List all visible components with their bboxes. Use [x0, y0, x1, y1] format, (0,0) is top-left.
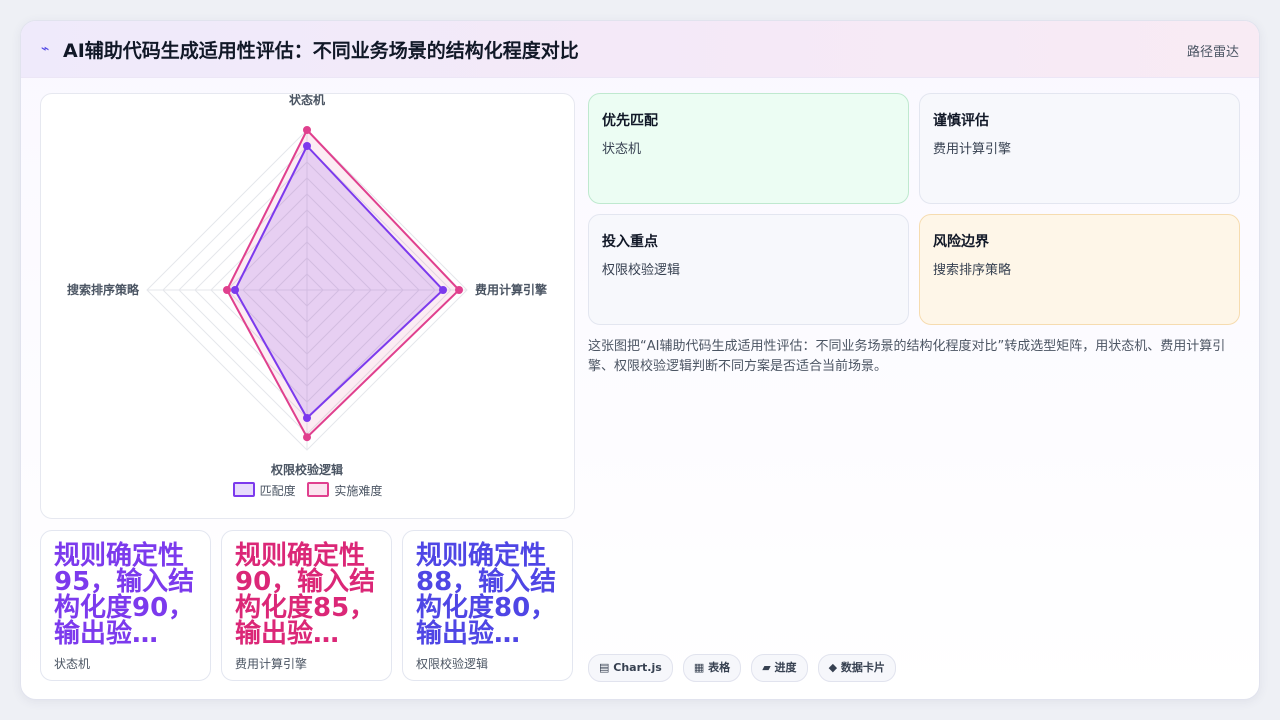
- radar-axis-label: 费用计算引擎: [475, 282, 547, 297]
- stat-value: 规则确定性95，输入结构化度90，输出验…: [54, 541, 195, 649]
- quadrant-investment-focus[interactable]: 投入重点 权限校验逻辑: [588, 214, 909, 325]
- tag-label: Chart.js: [613, 661, 662, 674]
- legend-item-match[interactable]: 匹配度: [232, 482, 296, 499]
- header: ⌁ AI辅助代码生成适用性评估：不同业务场景的结构化程度对比 路径雷达: [21, 21, 1259, 78]
- radar-point: [303, 433, 311, 442]
- tag-label: 表格: [708, 661, 731, 674]
- radar-point: [303, 126, 311, 134]
- quadrant-title: 风险边界: [933, 234, 989, 250]
- quadrant-title: 谨慎评估: [933, 113, 989, 129]
- legend-swatch-difficulty: [307, 482, 330, 497]
- quadrant-item: 状态机: [602, 142, 642, 157]
- chart-legend: 匹配度 实施难度: [41, 482, 574, 499]
- radar-point: [231, 286, 239, 294]
- quadrant-item: 费用计算引擎: [933, 142, 1012, 157]
- tag-label: 数据卡片: [840, 661, 885, 674]
- tag-chartjs[interactable]: ▤ Chart.js: [588, 654, 673, 682]
- quadrant-priority-match[interactable]: 优先匹配 状态机: [588, 93, 909, 204]
- radar-axis-label: 状态机: [289, 94, 325, 107]
- quadrant-risk-boundary[interactable]: 风险边界 搜索排序策略: [919, 214, 1240, 325]
- route-radar-link[interactable]: 路径雷达: [1187, 41, 1239, 60]
- tag-label: 进度: [774, 661, 797, 674]
- radar-point: [223, 286, 231, 294]
- stat-value: 规则确定性90，输入结构化度85，输出验…: [235, 541, 376, 649]
- quadrant-title: 投入重点: [602, 234, 658, 250]
- stat-label: 权限校验逻辑: [416, 657, 489, 671]
- radar-point: [455, 286, 463, 294]
- progress-icon: ▰: [762, 661, 771, 674]
- radar-point: [303, 414, 311, 422]
- table-icon: ▦: [693, 661, 705, 674]
- quadrant-item: 搜索排序策略: [933, 263, 1012, 278]
- chart-description: 这张图把“AI辅助代码生成适用性评估：不同业务场景的结构化程度对比”转成选型矩阵…: [588, 339, 1226, 374]
- legend-swatch-match: [232, 482, 255, 497]
- radar-axis-label: 搜索排序策略: [67, 282, 140, 297]
- tag-data-card[interactable]: ◆ 数据卡片: [817, 654, 896, 682]
- card-icon: ◆: [828, 661, 838, 674]
- quadrant-title: 优先匹配: [602, 113, 658, 129]
- radar-point: [303, 142, 311, 150]
- quadrant-item: 权限校验逻辑: [602, 263, 681, 278]
- legend-label: 匹配度: [259, 484, 296, 498]
- radar-chart-card: 状态机费用计算引擎权限校验逻辑 搜索排序策略 匹配度 实施难度: [40, 93, 575, 519]
- dashboard-frame: ⌁ AI辅助代码生成适用性评估：不同业务场景的结构化程度对比 路径雷达 状态机费…: [20, 20, 1260, 700]
- stat-value: 规则确定性88，输入结构化度80，输出验…: [416, 541, 557, 649]
- stat-label: 费用计算引擎: [235, 657, 308, 671]
- page-title: AI辅助代码生成适用性评估：不同业务场景的结构化程度对比: [63, 40, 579, 62]
- stat-label: 状态机: [54, 657, 91, 671]
- chart-line-icon: ⌁: [41, 41, 50, 57]
- quadrant-careful-eval[interactable]: 谨慎评估 费用计算引擎: [919, 93, 1240, 204]
- radar-chart: 状态机费用计算引擎权限校验逻辑 搜索排序策略: [67, 94, 547, 477]
- stat-card-permission-logic: 规则确定性88，输入结构化度80，输出验… 权限校验逻辑: [402, 530, 573, 681]
- legend-item-difficulty[interactable]: 实施难度: [307, 482, 382, 499]
- tag-progress[interactable]: ▰ 进度: [751, 654, 808, 682]
- legend-label: 实施难度: [334, 484, 383, 498]
- radar-axis-label: 权限校验逻辑: [270, 462, 343, 477]
- tag-bar: ▤ Chart.js ▦ 表格 ▰ 进度 ◆ 数据卡片: [588, 654, 901, 682]
- stat-card-state-machine: 规则确定性95，输入结构化度90，输出验… 状态机: [40, 530, 211, 681]
- chart-icon: ▤: [599, 661, 610, 674]
- radar-point: [439, 286, 447, 294]
- tag-table[interactable]: ▦ 表格: [682, 654, 742, 682]
- stat-card-fee-engine: 规则确定性90，输入结构化度85，输出验… 费用计算引擎: [221, 530, 392, 681]
